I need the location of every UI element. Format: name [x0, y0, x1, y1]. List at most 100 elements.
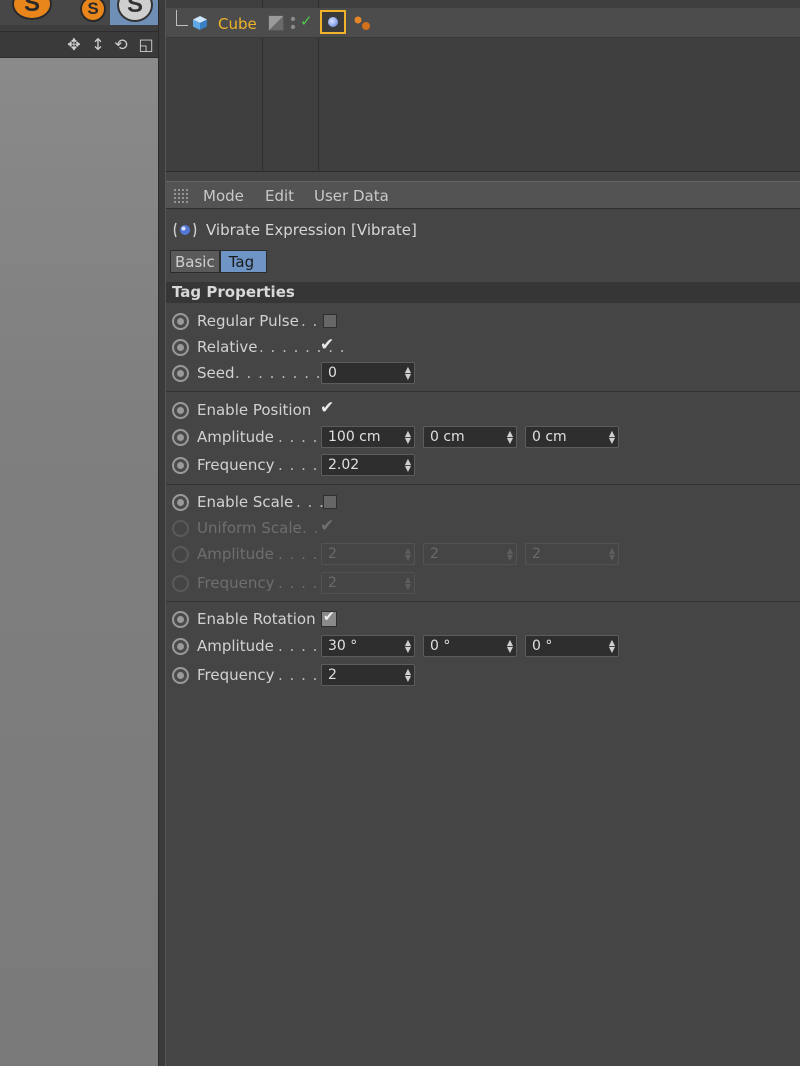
- rotation-amplitude-h[interactable]: 30 ° ▲ ▼: [321, 635, 415, 657]
- keyframe-icon[interactable]: [172, 494, 189, 511]
- row-rotation-frequency: Frequency . . . . . 2 ▲ ▼: [166, 663, 800, 687]
- tab-bar: Basic Tag: [170, 250, 268, 273]
- material-tag-icon[interactable]: [352, 14, 372, 32]
- scripting-s-icon[interactable]: S: [12, 0, 52, 20]
- rotation-amplitude-p[interactable]: 0 ° ▲ ▼: [423, 635, 517, 657]
- dot-leader: . .: [301, 312, 319, 330]
- rotation-amplitude-b[interactable]: 0 ° ▲ ▼: [525, 635, 619, 657]
- label-amplitude: Amplitude: [197, 428, 274, 446]
- tab-basic[interactable]: Basic: [170, 250, 220, 273]
- value: 2: [328, 546, 337, 562]
- row-uniform-scale: Uniform Scale . . ✔: [166, 516, 800, 540]
- stepper-arrows-icon[interactable]: ▲ ▼: [609, 430, 615, 445]
- value: 0 cm: [430, 429, 465, 445]
- grip-icon[interactable]: [173, 188, 190, 204]
- keyframe-icon[interactable]: [172, 313, 189, 330]
- rotation-frequency-field[interactable]: 2 ▲ ▼: [321, 664, 415, 686]
- section-divider: [166, 484, 800, 485]
- row-regular-pulse: Regular Pulse . .: [166, 309, 800, 333]
- tab-tag[interactable]: Tag: [219, 250, 268, 273]
- row-rotation-amplitude: Amplitude . . . . . 30 ° ▲ ▼ 0 ° ▲ ▼ 0 ° ▲ ▼: [166, 634, 800, 658]
- scale-amplitude-x: 2 ▲ ▼: [321, 543, 415, 565]
- position-amplitude-y[interactable]: 0 cm ▲ ▼: [423, 426, 517, 448]
- stepper-arrows-icon[interactable]: ▲ ▼: [405, 430, 411, 445]
- value: 2: [532, 546, 541, 562]
- menu-user-data[interactable]: User Data: [314, 187, 389, 205]
- object-row-cube[interactable]: Cube ✓: [166, 8, 800, 38]
- keyframe-icon[interactable]: [172, 429, 189, 446]
- stepper-arrows-icon[interactable]: ▲ ▼: [405, 668, 411, 683]
- keyframe-icon[interactable]: [172, 457, 189, 474]
- row-scale-frequency: Frequency . . . . . 2 ▲ ▼: [166, 571, 800, 595]
- row-enable-rotation: Enable Rotation ✔: [166, 607, 800, 631]
- menu-edit[interactable]: Edit: [265, 187, 294, 205]
- row-seed: Seed . . . . . . . . . . . 0 ▲ ▼: [166, 361, 800, 385]
- left-toolbar: S S S: [0, 0, 161, 25]
- position-amplitude-x[interactable]: 100 cm ▲ ▼: [321, 426, 415, 448]
- stepper-arrows-icon[interactable]: ▲ ▼: [507, 639, 513, 654]
- checkbox-enable-rotation[interactable]: ✔: [321, 609, 337, 627]
- label-frequency: Frequency: [197, 574, 275, 592]
- seed-field[interactable]: 0 ▲ ▼: [321, 362, 415, 384]
- stepper-arrows-icon[interactable]: ▲ ▼: [405, 639, 411, 654]
- row-position-frequency: Frequency . . . . . 2.02 ▲ ▼: [166, 453, 800, 477]
- row-enable-position: Enable Position ✔: [166, 398, 800, 422]
- check-icon: ✔: [323, 609, 335, 625]
- stepper-arrows-icon[interactable]: ▲ ▼: [507, 430, 513, 445]
- value: 100 cm: [328, 429, 381, 445]
- keyframe-icon[interactable]: [172, 611, 189, 628]
- position-amplitude-z[interactable]: 0 cm ▲ ▼: [525, 426, 619, 448]
- value: 2: [328, 667, 337, 683]
- menu-mode[interactable]: Mode: [203, 187, 244, 205]
- keyframe-icon[interactable]: [172, 365, 189, 382]
- keyframe-icon: [172, 520, 189, 537]
- label-relative: Relative: [197, 338, 258, 356]
- active-s-button[interactable]: S: [110, 0, 160, 25]
- label-seed: Seed: [197, 364, 235, 382]
- move-view-icon[interactable]: ✥: [64, 35, 84, 55]
- value: 2: [430, 546, 439, 562]
- position-frequency-field[interactable]: 2.02 ▲ ▼: [321, 454, 415, 476]
- grey-s-icon: S: [117, 0, 153, 22]
- stepper-arrows-icon: ▲ ▼: [506, 546, 513, 562]
- checkbox-enable-position[interactable]: ✔: [320, 398, 334, 418]
- keyframe-icon[interactable]: [172, 339, 189, 356]
- object-name[interactable]: Cube: [218, 15, 257, 33]
- label-frequency: Frequency: [197, 456, 275, 474]
- checkbox-relative[interactable]: ✔: [320, 335, 334, 355]
- rotate-view-icon[interactable]: ⟲: [111, 35, 131, 55]
- label-enable-scale: Enable Scale: [197, 493, 294, 511]
- keyframe-icon[interactable]: [172, 402, 189, 419]
- stepper-arrows-icon[interactable]: ▲ ▼: [609, 639, 615, 654]
- stepper-arrows-icon[interactable]: ▲ ▼: [405, 366, 411, 381]
- viewport-header: ✥ ↕ ⟲ ◱: [0, 31, 161, 58]
- checkbox-enable-scale[interactable]: [323, 495, 337, 509]
- vibrate-expression-icon: [173, 222, 197, 238]
- panel-separator[interactable]: [158, 0, 166, 1066]
- dolly-view-icon[interactable]: ↕: [88, 35, 108, 55]
- row-position-amplitude: Amplitude . . . . . 100 cm ▲ ▼ 0 cm ▲ ▼ 0 cm…: [166, 425, 800, 449]
- attribute-title: Vibrate Expression [Vibrate]: [206, 221, 417, 239]
- section-divider: [166, 601, 800, 602]
- enabled-check-icon[interactable]: ✓: [300, 12, 313, 30]
- keyframe-icon[interactable]: [172, 638, 189, 655]
- viewport-panel: S S S ✥ ↕ ⟲ ◱: [0, 0, 161, 1066]
- row-relative: Relative . . . . . . . . ✔: [166, 335, 800, 359]
- checkbox-regular-pulse[interactable]: [323, 314, 337, 328]
- checkbox-uniform-scale: ✔: [320, 516, 335, 536]
- row-enable-scale: Enable Scale . . .: [166, 490, 800, 514]
- vibrate-tag-icon[interactable]: [320, 10, 346, 34]
- scale-frequency-field: 2 ▲ ▼: [321, 572, 415, 594]
- visibility-dots-icon[interactable]: [290, 15, 296, 31]
- viewport-canvas[interactable]: [0, 58, 158, 1066]
- stepper-arrows-icon[interactable]: ▲ ▼: [405, 458, 411, 473]
- section-divider: [166, 391, 800, 392]
- layer-icon[interactable]: [268, 15, 284, 31]
- scripting-small-s-icon[interactable]: S: [80, 0, 106, 22]
- toggle-view-icon[interactable]: ◱: [136, 35, 156, 55]
- scale-amplitude-y: 2 ▲ ▼: [423, 543, 517, 565]
- tree-connector: [176, 10, 188, 26]
- keyframe-icon: [172, 575, 189, 592]
- keyframe-icon[interactable]: [172, 667, 189, 684]
- section-header: Tag Properties: [166, 282, 800, 303]
